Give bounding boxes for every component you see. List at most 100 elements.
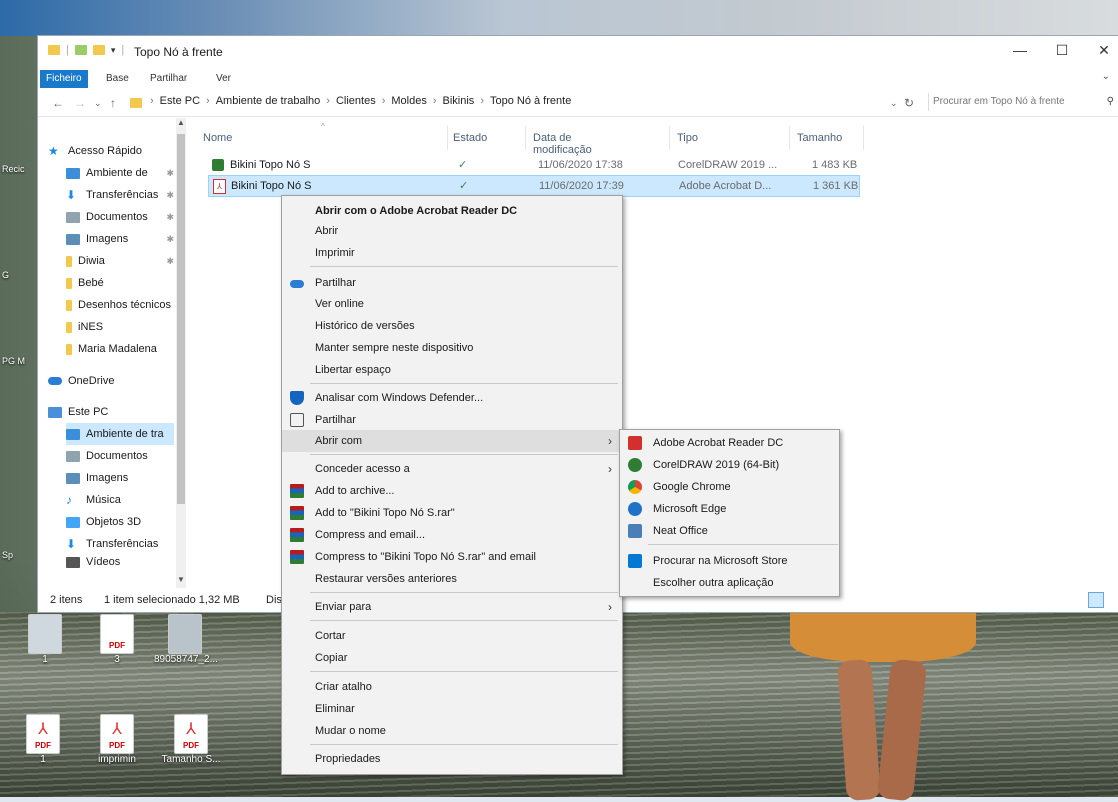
desktop-icon[interactable]: PDF 3	[86, 614, 148, 665]
menu-item-rename[interactable]: Mudar o nome	[282, 720, 622, 742]
nav-item-maria-madalena[interactable]: Maria Madalena	[66, 338, 174, 360]
menu-item-open-with-acrobat[interactable]: Abrir com o Adobe Acrobat Reader DC	[282, 200, 622, 222]
menu-item-add-archive[interactable]: Add to archive...	[282, 480, 622, 502]
nav-item-documents[interactable]: Documentos ✱	[66, 206, 174, 228]
menu-item-delete[interactable]: Eliminar	[282, 698, 622, 720]
submenu-item-edge[interactable]: Microsoft Edge	[620, 498, 839, 520]
address-dropdown-icon[interactable]: ⌄	[890, 98, 898, 109]
tab-file[interactable]: Ficheiro	[40, 70, 88, 88]
desktop-left-label[interactable]: G	[2, 270, 36, 280]
menu-item-compress-rar-email[interactable]: Compress to "Bikini Topo Nó S.rar" and e…	[282, 546, 622, 568]
breadcrumb-item[interactable]: Ambiente de trabalho	[216, 95, 321, 107]
recent-locations-icon[interactable]: ⌄	[94, 98, 102, 109]
nav-item-music[interactable]: ♪ Música	[66, 489, 174, 511]
sync-ok-icon: ✓	[458, 159, 468, 171]
nav-item-bebe[interactable]: Bebé	[66, 272, 174, 294]
menu-item-version-history[interactable]: Histórico de versões	[282, 315, 622, 337]
menu-item-properties[interactable]: Propriedades	[282, 748, 622, 770]
column-header-type[interactable]: Tipo	[677, 132, 698, 144]
menu-item-keep-on-device[interactable]: Manter sempre neste dispositivo	[282, 337, 622, 359]
menu-item-add-rar[interactable]: Add to "Bikini Topo Nó S.rar"	[282, 502, 622, 524]
up-arrow-icon[interactable]: ↑	[110, 96, 116, 110]
scroll-up-icon[interactable]: ▲	[177, 118, 185, 127]
minimize-button[interactable]: —	[1000, 42, 1040, 58]
customize-qat-icon[interactable]: ▾	[111, 45, 116, 56]
menu-item-restore-versions[interactable]: Restaurar versões anteriores	[282, 568, 622, 590]
nav-item-quick-access[interactable]: ★ Acesso Rápido	[48, 140, 172, 162]
nav-scrollbar[interactable]: ▲ ▼	[176, 118, 186, 588]
desktop-left-label[interactable]: PG M	[2, 356, 36, 366]
expand-ribbon-icon[interactable]: ⌄	[1102, 71, 1110, 82]
menu-item-print[interactable]: Imprimir	[282, 242, 622, 264]
scroll-down-icon[interactable]: ▼	[177, 575, 185, 584]
menu-item-view-online[interactable]: Ver online	[282, 293, 622, 315]
breadcrumb-item[interactable]: Topo Nó à frente	[490, 95, 571, 107]
file-row[interactable]: Bikini Topo Nó S ✓ 11/06/2020 17:38 Core…	[208, 155, 858, 175]
breadcrumb-item[interactable]: Bikinis	[443, 95, 475, 107]
submenu-item-chrome[interactable]: Google Chrome	[620, 476, 839, 498]
nav-item-desktop-pc[interactable]: Ambiente de tra	[66, 423, 174, 445]
search-icon[interactable]: ⚲	[1107, 93, 1114, 111]
new-folder-icon[interactable]	[92, 45, 105, 55]
properties-icon[interactable]	[74, 45, 87, 55]
nav-item-ines[interactable]: iNES	[66, 316, 174, 338]
nav-item-downloads-pc[interactable]: ⬇ Transferências	[66, 533, 174, 555]
nav-item-onedrive[interactable]: OneDrive	[48, 370, 172, 392]
submenu-item-choose-other[interactable]: Escolher outra aplicação	[620, 572, 839, 594]
column-header-date[interactable]: Data de modificação	[533, 132, 592, 156]
nav-item-desenhos[interactable]: Desenhos técnicos	[66, 294, 174, 316]
menu-item-free-space[interactable]: Libertar espaço	[282, 359, 622, 381]
column-header-size[interactable]: Tamanho	[797, 132, 842, 144]
desktop-icon[interactable]: ⅄ PDF 1	[12, 714, 74, 765]
nav-item-diwia[interactable]: Diwia ✱	[66, 250, 174, 272]
close-button[interactable]: ✕	[1084, 42, 1118, 59]
menu-item-copy[interactable]: Copiar	[282, 647, 622, 669]
tab-view[interactable]: Ver	[210, 70, 237, 88]
desktop-left-label[interactable]: Sp	[2, 550, 36, 560]
tab-home[interactable]: Base	[100, 70, 135, 88]
desktop-icon[interactable]: ⅄ PDF Tamanho S...	[160, 714, 222, 765]
nav-item-pictures[interactable]: Imagens ✱	[66, 228, 174, 250]
search-input[interactable]: Procurar em Topo Nó à frente ⚲	[928, 93, 1118, 111]
desktop-icon[interactable]: 89058747_2...	[154, 614, 218, 665]
column-header-status[interactable]: Estado	[453, 132, 487, 144]
nav-item-downloads[interactable]: ⬇ Transferências ✱	[66, 184, 174, 206]
menu-item-scan-defender[interactable]: Analisar com Windows Defender...	[282, 387, 622, 409]
menu-item-create-shortcut[interactable]: Criar atalho	[282, 676, 622, 698]
pdf-file-icon: ⅄ PDF	[100, 714, 134, 754]
nav-item-documents-pc[interactable]: Documentos	[66, 445, 174, 467]
maximize-button[interactable]: ☐	[1042, 42, 1082, 59]
refresh-icon[interactable]: ↻	[904, 96, 914, 110]
nav-item-this-pc[interactable]: Este PC	[48, 401, 172, 423]
menu-item-send-to[interactable]: Enviar para ›	[282, 596, 622, 618]
nav-item-videos[interactable]: Vídeos	[66, 555, 174, 569]
desktop-icon[interactable]: 1	[14, 614, 76, 665]
menu-item-share-onedrive[interactable]: Partilhar	[282, 272, 622, 294]
details-view-icon[interactable]	[1088, 592, 1104, 608]
submenu-item-microsoft-store[interactable]: Procurar na Microsoft Store	[620, 550, 839, 572]
nav-item-3d-objects[interactable]: Objetos 3D	[66, 511, 174, 533]
forward-arrow-icon[interactable]: →	[74, 96, 86, 110]
menu-item-open[interactable]: Abrir	[282, 220, 622, 242]
menu-item-share[interactable]: Partilhar	[282, 409, 622, 431]
menu-item-cut[interactable]: Cortar	[282, 625, 622, 647]
desktop-icon[interactable]: ⅄ PDF imprimin	[86, 714, 148, 765]
scrollbar-thumb[interactable]	[177, 134, 185, 504]
submenu-item-neat-office[interactable]: Neat Office	[620, 520, 839, 542]
back-arrow-icon[interactable]: ←	[52, 96, 64, 110]
breadcrumb-item[interactable]: Clientes	[336, 95, 376, 107]
nav-item-desktop[interactable]: Ambiente de ✱	[66, 162, 174, 184]
breadcrumb-item[interactable]: Moldes	[391, 95, 426, 107]
submenu-item-coreldraw[interactable]: CorelDRAW 2019 (64-Bit)	[620, 454, 839, 476]
menu-item-give-access[interactable]: Conceder acesso a ›	[282, 458, 622, 480]
menu-item-open-with[interactable]: Abrir com ›	[282, 430, 622, 452]
file-row-selected[interactable]: ⅄ Bikini Topo Nó S ✓ 11/06/2020 17:39 Ad…	[208, 175, 860, 197]
column-header-name[interactable]: Nome	[203, 132, 232, 144]
desktop-left-label[interactable]: Recic	[2, 164, 36, 174]
nav-item-pictures-pc[interactable]: Imagens	[66, 467, 174, 489]
documents-icon	[66, 211, 80, 223]
breadcrumb-item[interactable]: Este PC	[160, 95, 200, 107]
submenu-item-acrobat[interactable]: Adobe Acrobat Reader DC	[620, 432, 839, 454]
tab-share[interactable]: Partilhar	[144, 70, 193, 88]
menu-item-compress-email[interactable]: Compress and email...	[282, 524, 622, 546]
